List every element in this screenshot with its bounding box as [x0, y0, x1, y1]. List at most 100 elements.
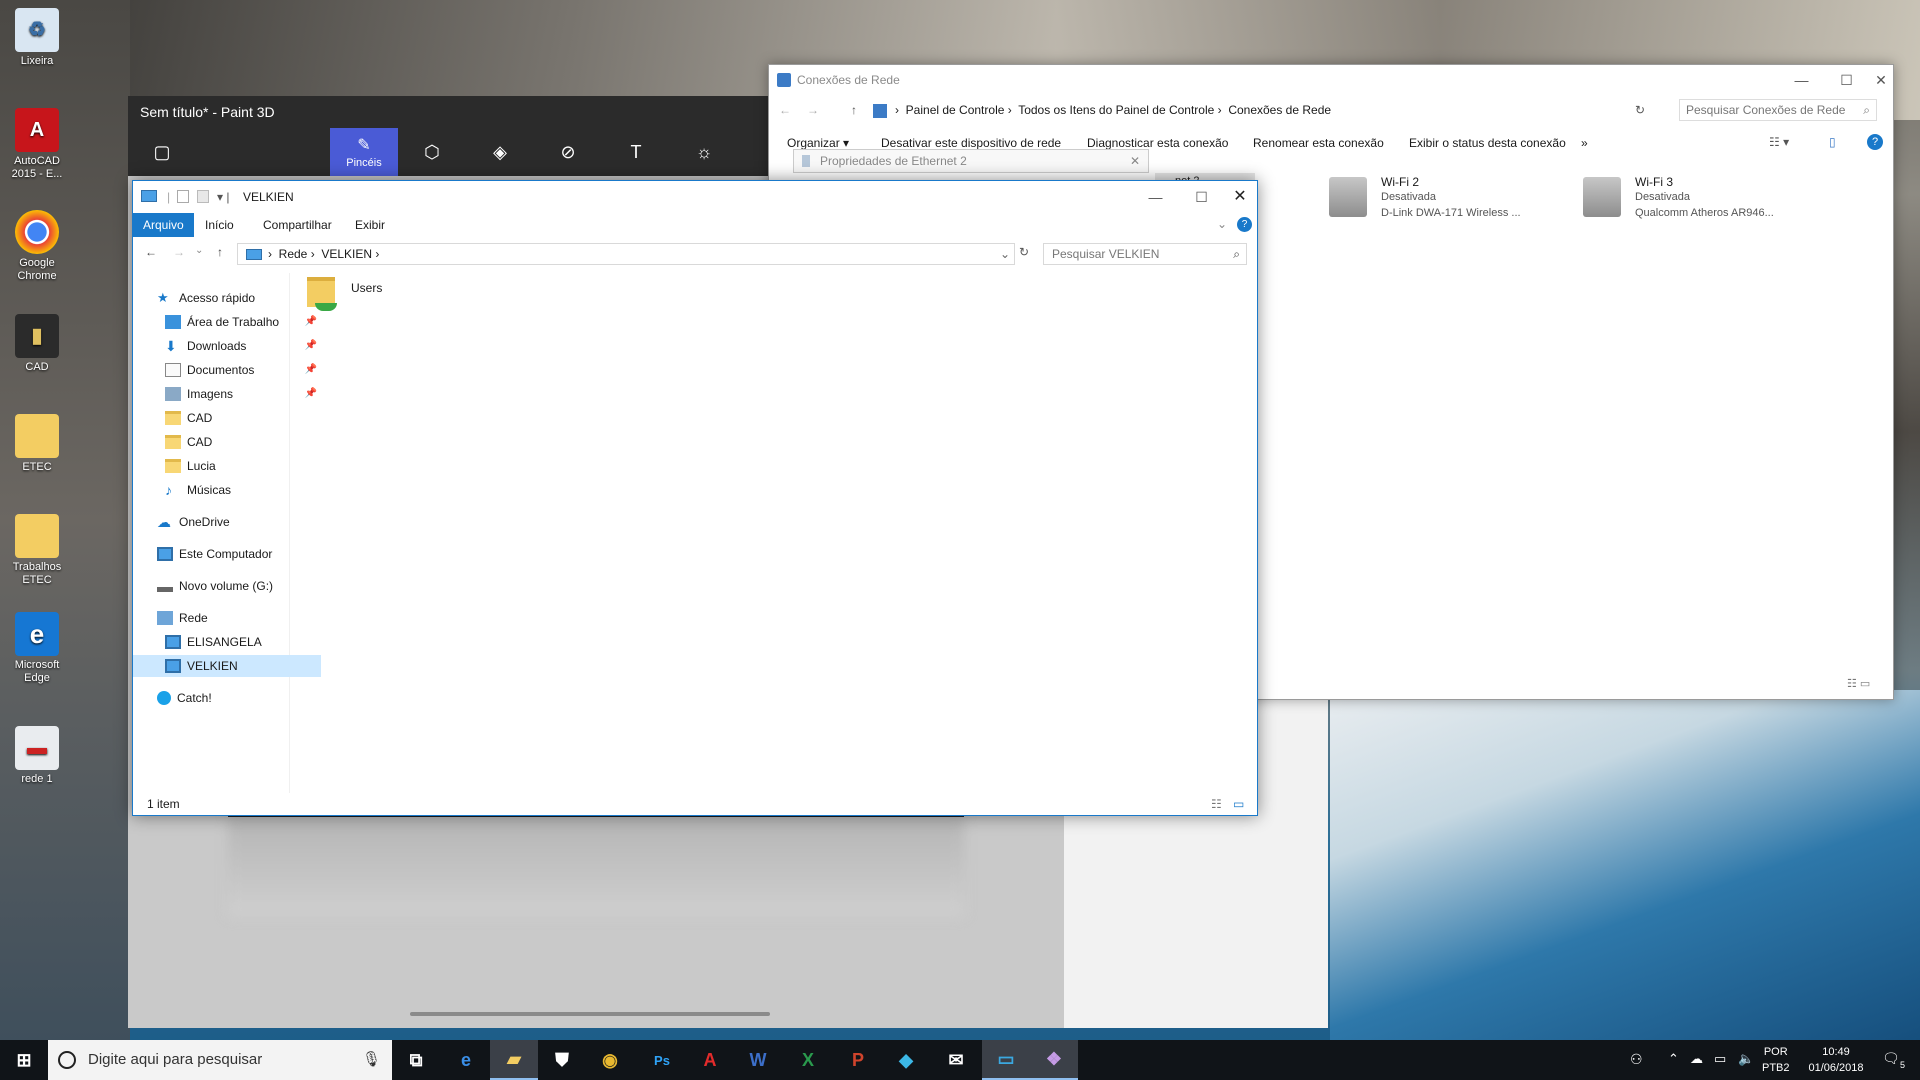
forward-icon[interactable]: → — [807, 103, 819, 117]
clock[interactable]: 10:49 01/06/2018 — [1800, 1044, 1872, 1076]
desktop-icon-etec[interactable]: ETEC — [6, 414, 68, 474]
paint3d-taskbar-icon[interactable]: ❖ — [1030, 1040, 1078, 1080]
input-language[interactable]: POR PTB2 — [1762, 1044, 1790, 1076]
nav-music[interactable]: ♪ Músicas — [133, 479, 321, 501]
qat-dropdown-icon[interactable]: ▾ | — [217, 181, 229, 213]
ribbon-expand-icon[interactable]: ⌄ — [1217, 217, 1227, 231]
stickers-icon[interactable]: ⊘ — [534, 128, 602, 176]
explorer-search-input[interactable]: Pesquisar VELKIEN ⌕ — [1043, 243, 1247, 265]
refresh-icon[interactable]: ↻ — [1019, 245, 1029, 259]
up-icon[interactable]: ↑ — [851, 103, 857, 117]
nav-lucia[interactable]: Lucia — [133, 455, 321, 477]
desktop-icon-recycle-bin[interactable]: ♻ Lixeira — [6, 8, 68, 68]
preview-pane-icon[interactable]: ▯ — [1829, 135, 1836, 149]
nav-quick-access[interactable]: ★ Acesso rápido — [133, 287, 313, 309]
nav-catch[interactable]: Catch! — [133, 687, 313, 709]
maximize-button[interactable]: ☐ — [1179, 181, 1224, 213]
properties-icon[interactable] — [177, 190, 189, 203]
nav-desktop[interactable]: Área de Trabalho 📌 — [133, 311, 321, 333]
nav-network[interactable]: Rede — [133, 607, 313, 629]
canvas-scrollbar[interactable] — [410, 1012, 770, 1016]
path-segment-velkien[interactable]: VELKIEN — [321, 247, 372, 261]
breadcrumb-item[interactable]: Painel de Controle — [906, 103, 1005, 117]
nav-this-pc[interactable]: Este Computador — [133, 543, 313, 565]
desktop-icon-edge[interactable]: e Microsoft Edge — [6, 612, 68, 685]
recent-locations-icon[interactable]: ⌄ — [195, 245, 203, 256]
nav-velkien[interactable]: VELKIEN — [133, 655, 321, 677]
shapes-2d-icon[interactable]: ⬡ — [398, 128, 466, 176]
view-options-icon[interactable]: ☷ ▾ — [1769, 135, 1789, 149]
refresh-icon[interactable]: ↻ — [1635, 103, 1645, 117]
menu-icon[interactable]: ▢ — [128, 128, 196, 176]
nav-cad-2[interactable]: CAD — [133, 431, 321, 453]
rename-button[interactable]: Renomear esta conexão — [1253, 136, 1384, 150]
task-view-icon[interactable]: ⧉ — [392, 1040, 440, 1080]
desktop-icon-chrome[interactable]: Google Chrome — [6, 210, 68, 283]
help-icon[interactable]: ? — [1237, 217, 1252, 232]
up-icon[interactable]: ↑ — [217, 245, 223, 259]
view-status-button[interactable]: Exibir o status desta conexão — [1409, 136, 1566, 150]
tab-arquivo[interactable]: Arquivo — [133, 213, 194, 237]
back-icon[interactable]: ← — [779, 103, 791, 117]
action-center-icon[interactable]: 🗨 — [1882, 1050, 1900, 1067]
tab-exibir[interactable]: Exibir — [345, 213, 395, 237]
organize-button[interactable]: Organizar ▾ — [787, 136, 849, 150]
photoshop-icon[interactable]: Ps — [638, 1040, 686, 1080]
large-icons-view-icon[interactable]: ▭ — [1233, 793, 1244, 815]
autocad-icon[interactable]: A — [686, 1040, 734, 1080]
network-breadcrumb[interactable]: › Painel de Controle › Todos os Itens do… — [873, 99, 1617, 121]
nav-documents[interactable]: Documentos 📌 — [133, 359, 321, 381]
desktop-icon-cad[interactable]: ▮ CAD — [6, 314, 68, 374]
microphone-icon[interactable]: 🎙 — [362, 1040, 381, 1080]
breadcrumb-item[interactable]: Conexões de Rede — [1228, 103, 1331, 117]
people-icon[interactable]: ⚇ — [1630, 1051, 1643, 1068]
explorer-address-bar[interactable]: › Rede › VELKIEN › ⌄ — [237, 243, 1015, 265]
folder-item-users[interactable]: Users — [307, 277, 427, 333]
word-icon[interactable]: W — [734, 1040, 782, 1080]
taskbar-search[interactable]: Digite aqui para pesquisar 🎙 — [48, 1040, 392, 1080]
nav-pictures[interactable]: Imagens 📌 — [133, 383, 321, 405]
nav-downloads[interactable]: ⬇ Downloads 📌 — [133, 335, 321, 357]
adapter-wifi3[interactable]: Wi-Fi 3 Desativada Qualcomm Atheros AR94… — [1583, 175, 1863, 225]
diagnose-button[interactable]: Diagnosticar esta conexão — [1087, 136, 1228, 150]
start-windows-icon[interactable]: ⊞ — [0, 1040, 48, 1080]
close-button[interactable]: ✕ — [1869, 65, 1893, 95]
minimize-button[interactable]: — — [1779, 65, 1824, 95]
network-connections-taskbar-icon[interactable]: ▭ — [982, 1040, 1030, 1080]
desktop-icon-rede1[interactable]: ▬ rede 1 — [6, 726, 68, 786]
forward-icon[interactable]: → — [173, 245, 185, 259]
store-icon[interactable]: ⛊ — [538, 1040, 586, 1080]
mail-icon[interactable]: ✉ — [932, 1040, 980, 1080]
tab-compartilhar[interactable]: Compartilhar — [253, 213, 342, 237]
tab-inicio[interactable]: Início — [195, 213, 244, 237]
shapes-3d-icon[interactable]: ◈ — [466, 128, 534, 176]
details-view-icon[interactable]: ☷ — [1211, 793, 1222, 815]
excel-icon[interactable]: X — [784, 1040, 832, 1080]
new-folder-icon[interactable] — [197, 190, 209, 203]
maximize-button[interactable]: ☐ — [1824, 65, 1869, 95]
nav-onedrive[interactable]: ☁ OneDrive — [133, 511, 313, 533]
close-button[interactable]: ✕ — [1223, 181, 1257, 213]
file-explorer-icon[interactable]: ▰ — [490, 1040, 538, 1080]
app-diamond-icon[interactable]: ◆ — [882, 1040, 930, 1080]
more-commands-button[interactable]: » — [1581, 136, 1588, 150]
details-view-icon[interactable]: ☷ ▭ — [1847, 677, 1870, 690]
volume-icon[interactable]: 🔈 — [1738, 1051, 1754, 1067]
desktop-icon-autocad[interactable]: A AutoCAD 2015 - E... — [6, 108, 68, 181]
path-segment-rede[interactable]: Rede — [279, 247, 308, 261]
nav-elisangela[interactable]: ELISANGELA — [133, 631, 321, 653]
effects-icon[interactable]: ☼ — [670, 128, 738, 176]
show-hidden-icons-chevron[interactable]: ⌃ — [1668, 1051, 1679, 1067]
ethernet-properties-dialog[interactable]: Propriedades de Ethernet 2 ✕ — [793, 149, 1149, 173]
nav-cad-1[interactable]: CAD — [133, 407, 321, 429]
address-dropdown-icon[interactable]: ⌄ — [1000, 244, 1010, 264]
adapter-wifi2[interactable]: Wi-Fi 2 Desativada D-Link DWA-171 Wirele… — [1329, 175, 1569, 225]
tool-brushes[interactable]: ✎ Pincéis — [330, 128, 398, 176]
edge-icon[interactable]: e — [442, 1040, 490, 1080]
minimize-button[interactable]: — — [1133, 181, 1178, 213]
help-icon[interactable]: ? — [1867, 134, 1883, 150]
desktop-icon-trabalhos-etec[interactable]: Trabalhos ETEC — [6, 514, 68, 587]
powerpoint-icon[interactable]: P — [834, 1040, 882, 1080]
onedrive-tray-icon[interactable]: ☁ — [1690, 1051, 1703, 1067]
disable-device-button[interactable]: Desativar este dispositivo de rede — [881, 136, 1061, 150]
